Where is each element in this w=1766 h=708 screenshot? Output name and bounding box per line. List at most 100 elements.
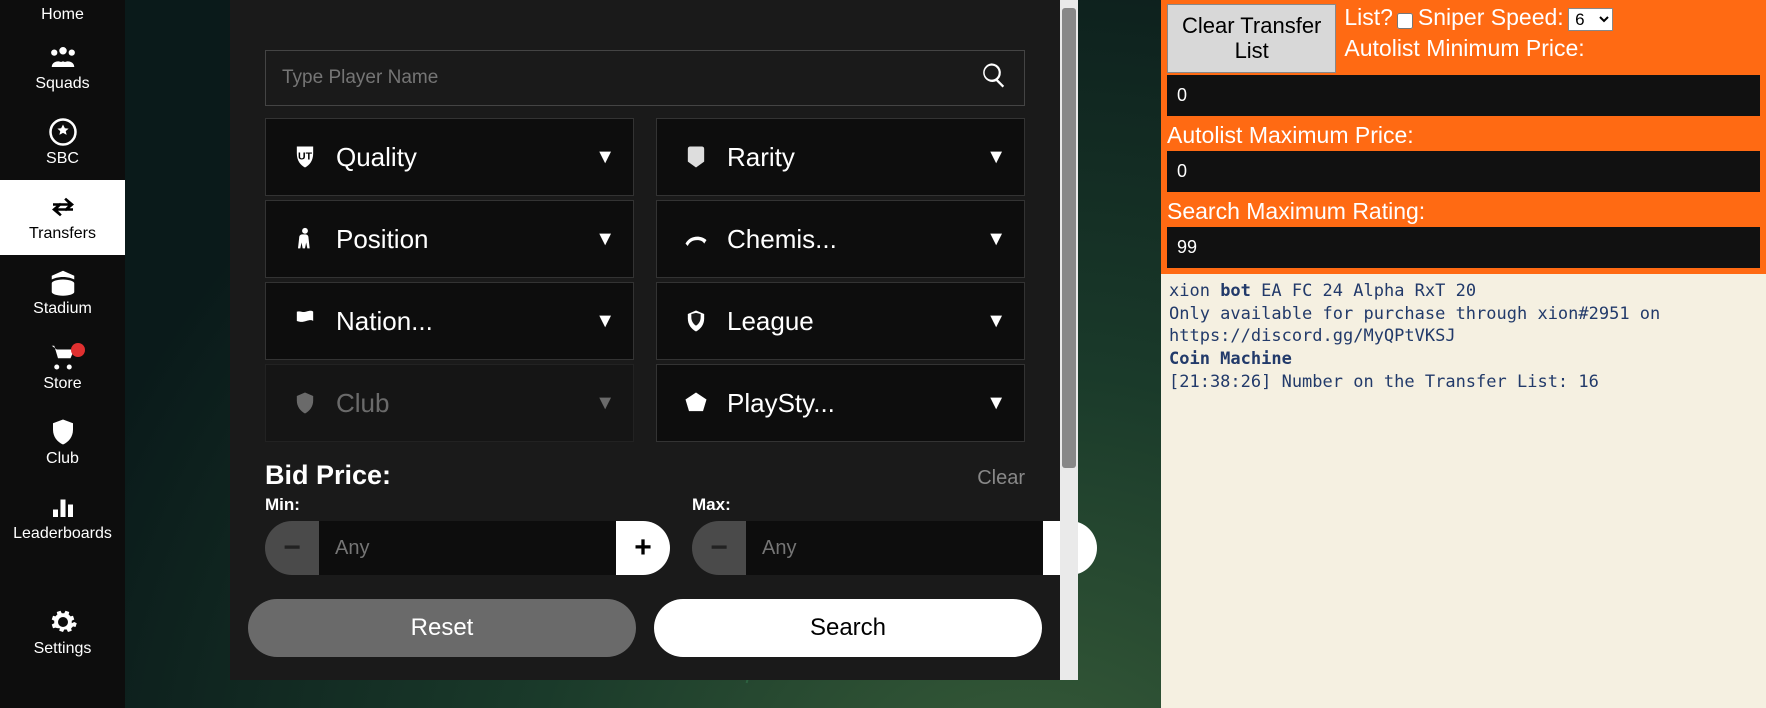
league-icon — [675, 307, 717, 335]
clear-btn-line2: List — [1235, 38, 1269, 63]
bid-max-label: Max: — [692, 495, 731, 514]
increment-button[interactable]: + — [616, 521, 670, 575]
autolist-min-input[interactable] — [1167, 75, 1760, 116]
sidebar-nav: Home Squads SBC Transfers Stadium Store … — [0, 0, 125, 708]
bot-control-panel: Clear Transfer List List? Sniper Speed: … — [1161, 0, 1766, 708]
leaderboards-icon — [48, 492, 78, 522]
reset-button[interactable]: Reset — [248, 599, 636, 657]
sidebar-item-stadium[interactable]: Stadium — [0, 255, 125, 330]
filter-label: Club — [326, 388, 595, 419]
transfers-icon — [48, 192, 78, 222]
transfer-search-panel: UT Quality ▼ Rarity ▼ Position ▼ Chemis.… — [230, 0, 1060, 680]
filter-label: Nation... — [326, 306, 595, 337]
clear-transfer-list-button[interactable]: Clear Transfer List — [1167, 4, 1336, 73]
player-name-input[interactable] — [282, 67, 980, 89]
sidebar-item-label: Club — [46, 450, 79, 468]
filter-rarity[interactable]: Rarity ▼ — [656, 118, 1025, 196]
bid-max-stepper: − + — [692, 521, 1097, 575]
filter-position[interactable]: Position ▼ — [265, 200, 634, 278]
filter-label: Quality — [326, 142, 595, 173]
sidebar-item-store[interactable]: Store — [0, 330, 125, 405]
filter-playstyle[interactable]: PlaySty... ▼ — [656, 364, 1025, 442]
filter-label: Position — [326, 224, 595, 255]
filter-quality[interactable]: UT Quality ▼ — [265, 118, 634, 196]
chevron-down-icon: ▼ — [595, 310, 615, 333]
nationality-icon — [284, 307, 326, 335]
sbc-icon — [48, 117, 78, 147]
list-checkbox-label: List? — [1344, 4, 1393, 30]
sidebar-item-label: Stadium — [33, 300, 92, 318]
filter-label: League — [717, 306, 986, 337]
sidebar-item-label: Transfers — [29, 225, 96, 243]
svg-text:UT: UT — [298, 150, 313, 162]
club-icon — [48, 417, 78, 447]
filter-chemistry[interactable]: Chemis... ▼ — [656, 200, 1025, 278]
chemistry-icon — [675, 225, 717, 253]
scrollbar-track[interactable] — [1060, 0, 1078, 680]
max-rating-input[interactable] — [1167, 227, 1760, 268]
quality-icon: UT — [284, 143, 326, 171]
sidebar-item-club[interactable]: Club — [0, 405, 125, 480]
chevron-down-icon: ▼ — [595, 392, 615, 415]
filter-label: PlaySty... — [717, 388, 986, 419]
sidebar-item-home[interactable]: Home — [0, 0, 125, 30]
sidebar-item-leaderboards[interactable]: Leaderboards — [0, 480, 125, 555]
decrement-button[interactable]: − — [692, 521, 746, 575]
sniper-speed-label: Sniper Speed: — [1418, 4, 1564, 30]
notification-badge — [71, 343, 85, 357]
search-icon[interactable] — [980, 61, 1008, 96]
filter-label: Rarity — [717, 142, 986, 173]
filter-grid: UT Quality ▼ Rarity ▼ Position ▼ Chemis.… — [265, 118, 1025, 442]
filter-nationality[interactable]: Nation... ▼ — [265, 282, 634, 360]
bid-min-stepper: − + — [265, 521, 670, 575]
sniper-speed-select[interactable]: 12345678910 — [1568, 8, 1613, 31]
sidebar-item-settings[interactable]: Settings — [0, 595, 125, 670]
autolist-max-label: Autolist Maximum Price: — [1167, 122, 1760, 149]
decrement-button[interactable]: − — [265, 521, 319, 575]
sidebar-item-label: Settings — [34, 640, 92, 658]
filter-club: Club ▼ — [265, 364, 634, 442]
search-button[interactable]: Search — [654, 599, 1042, 657]
log-text: https://discord.gg/MyQPtVKSJ — [1169, 326, 1456, 346]
playstyle-icon — [675, 389, 717, 417]
bid-max-col: Max: − + — [692, 495, 1097, 575]
bid-min-label: Min: — [265, 495, 300, 514]
bot-log-output: xion bot EA FC 24 Alpha RxT 20 Only avai… — [1161, 274, 1766, 708]
log-bot-word: bot — [1220, 281, 1251, 301]
player-name-search[interactable] — [265, 50, 1025, 106]
action-buttons: Reset Search — [248, 599, 1042, 657]
log-text: xion — [1169, 281, 1220, 301]
chevron-down-icon: ▼ — [595, 146, 615, 169]
filter-league[interactable]: League ▼ — [656, 282, 1025, 360]
position-icon — [284, 225, 326, 253]
club-filter-icon — [284, 389, 326, 417]
bid-price-section: Bid Price: Clear Min: − + Max: − + — [265, 460, 1025, 575]
sidebar-item-sbc[interactable]: SBC — [0, 105, 125, 180]
stadium-icon — [48, 267, 78, 297]
chevron-down-icon: ▼ — [986, 310, 1006, 333]
sidebar-item-label: SBC — [46, 150, 79, 168]
log-text: [21:38:26] Number on the Transfer List: … — [1169, 372, 1599, 392]
bid-max-input[interactable] — [746, 521, 1043, 575]
scrollbar-thumb[interactable] — [1062, 8, 1076, 468]
bid-price-title: Bid Price: — [265, 460, 391, 491]
log-section-header: Coin Machine — [1169, 349, 1292, 369]
chevron-down-icon: ▼ — [986, 146, 1006, 169]
bid-min-input[interactable] — [319, 521, 616, 575]
sidebar-item-label: Squads — [35, 75, 89, 93]
clear-btn-line1: Clear Transfer — [1182, 13, 1321, 38]
filter-label: Chemis... — [717, 224, 986, 255]
sidebar-item-transfers[interactable]: Transfers — [0, 180, 125, 255]
clear-link[interactable]: Clear — [977, 467, 1025, 490]
log-text: EA FC 24 Alpha RxT 20 — [1251, 281, 1476, 301]
settings-icon — [48, 607, 78, 637]
autolist-max-input[interactable] — [1167, 151, 1760, 192]
sidebar-item-label: Store — [43, 375, 81, 393]
chevron-down-icon: ▼ — [595, 228, 615, 251]
chevron-down-icon: ▼ — [986, 228, 1006, 251]
sidebar-item-label: Leaderboards — [13, 525, 112, 543]
list-checkbox[interactable] — [1397, 13, 1413, 29]
autolist-min-label: Autolist Minimum Price: — [1344, 35, 1760, 62]
sidebar-item-squads[interactable]: Squads — [0, 30, 125, 105]
bot-controls: Clear Transfer List List? Sniper Speed: … — [1161, 0, 1766, 274]
